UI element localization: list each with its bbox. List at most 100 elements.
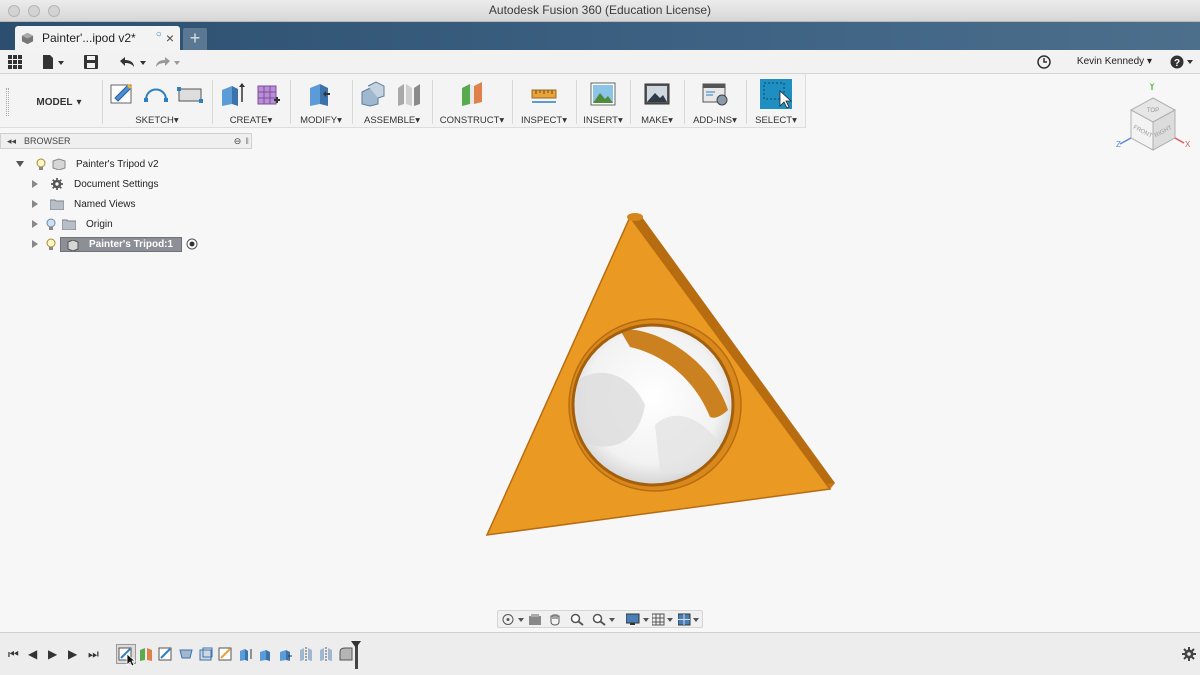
render-icon[interactable] (643, 80, 671, 108)
expand-arrow-icon[interactable] (16, 161, 24, 167)
go-to-start-button[interactable]: ⏮ (8, 647, 19, 662)
select-cursor-icon[interactable] (760, 79, 792, 109)
offset-plane-icon[interactable] (458, 80, 486, 108)
grid-settings-icon[interactable] (652, 613, 676, 626)
activate-component-radio-icon[interactable] (186, 238, 198, 250)
ribbon-group-construct: CONSTRUCT▾ (434, 74, 510, 128)
ribbon-group-select: SELECT▾ (748, 74, 804, 128)
add-ins-menu[interactable]: ADD-INS▾ (686, 115, 744, 126)
press-pull-icon[interactable] (306, 80, 334, 108)
sketch-menu[interactable]: SKETCH▾ (104, 115, 210, 126)
revolve-feature-icon[interactable] (178, 646, 194, 662)
viewports-icon[interactable] (678, 613, 702, 626)
gear-icon (51, 178, 63, 190)
look-at-icon[interactable] (528, 613, 542, 626)
play-button[interactable]: ▶ (48, 647, 57, 661)
construct-menu[interactable]: CONSTRUCT▾ (434, 115, 510, 126)
collapse-browser-icon[interactable]: ◂◂ (7, 136, 16, 147)
browser-item-document-settings[interactable]: Document Settings (32, 175, 159, 193)
browser-item-named-views[interactable]: Named Views (32, 195, 136, 213)
make-menu[interactable]: MAKE▾ (632, 115, 682, 126)
new-component-icon[interactable] (358, 80, 386, 108)
sketch-feature-icon[interactable] (218, 646, 234, 662)
ribbon-group-inspect: INSPECT▾ (514, 74, 574, 128)
zoom-icon[interactable] (570, 613, 584, 626)
help-icon[interactable]: ? (1170, 54, 1196, 70)
painter-tripod-body[interactable] (485, 213, 835, 536)
modify-menu[interactable]: MODIFY▾ (292, 115, 350, 126)
extrude-feature-icon[interactable] (278, 646, 294, 662)
axis-y-label: Y (1149, 82, 1155, 91)
selected-component[interactable]: Painter's Tripod:1 (60, 236, 183, 252)
insert-menu[interactable]: INSERT▾ (578, 115, 628, 126)
inspect-menu[interactable]: INSPECT▾ (514, 115, 574, 126)
step-forward-button[interactable]: ▶ (68, 647, 77, 661)
fit-zoom-icon[interactable] (592, 613, 618, 626)
browser-item-origin[interactable]: Origin (32, 215, 113, 233)
display-settings-icon[interactable] (626, 613, 652, 626)
expand-arrow-icon[interactable] (32, 240, 38, 248)
browser-pin-icon[interactable]: ‖ (245, 136, 249, 146)
extrude-feature-icon[interactable] (258, 646, 274, 662)
scripts-addins-icon[interactable] (701, 80, 729, 108)
document-tab[interactable]: Painter'...ipod v2* ○ × (15, 26, 180, 50)
expand-arrow-icon[interactable] (32, 200, 38, 208)
select-menu[interactable]: SELECT▾ (748, 115, 804, 126)
pan-hand-icon[interactable] (548, 613, 562, 626)
plane-feature-icon[interactable] (138, 646, 154, 662)
create-sketch-icon[interactable] (108, 80, 136, 108)
mirror-feature-icon[interactable] (298, 646, 314, 662)
model-canvas[interactable] (470, 205, 850, 550)
redo-icon[interactable] (154, 54, 184, 70)
clock-icon[interactable] (1037, 54, 1051, 70)
visibility-bulb-icon[interactable] (46, 238, 56, 251)
joint-icon[interactable] (394, 80, 422, 108)
user-account-menu[interactable]: Kevin Kennedy ▾ (1077, 56, 1152, 67)
grid-icon[interactable] (8, 54, 22, 70)
document-icon (52, 158, 66, 170)
undo-icon[interactable] (118, 54, 148, 70)
insert-image-icon[interactable] (589, 80, 617, 108)
browser-item-label: Named Views (74, 198, 136, 210)
viewcube[interactable]: Y TOP FRONT RIGHT Z X (1112, 80, 1194, 162)
workspace-label: MODEL (36, 96, 73, 108)
shell-feature-icon[interactable] (198, 646, 214, 662)
expand-arrow-icon[interactable] (32, 180, 38, 188)
ribbon-group-assemble: ASSEMBLE▾ (354, 74, 430, 128)
sketch-feature-icon[interactable] (158, 646, 174, 662)
browser-root-item[interactable]: Painter's Tripod v2 (16, 155, 159, 173)
window-title: Autodesk Fusion 360 (Education License) (488, 3, 712, 17)
visibility-bulb-icon[interactable] (36, 158, 46, 171)
extrude-icon[interactable] (218, 80, 246, 108)
arc-sketch-icon[interactable] (142, 80, 170, 108)
extrude-feature-icon[interactable] (238, 646, 254, 662)
ribbon-grip[interactable] (6, 88, 9, 116)
ribbon-group-sketch: SKETCH▾ (104, 74, 210, 128)
browser-options-icon[interactable]: ⊖ (234, 136, 242, 147)
viewcube-top-face: TOP (1147, 108, 1159, 114)
new-tab-button[interactable]: + (183, 28, 207, 50)
orbit-icon[interactable] (502, 613, 526, 626)
component-icon (67, 239, 79, 251)
fillet-feature-icon[interactable] (338, 646, 354, 662)
go-to-end-button[interactable]: ⏭ (88, 647, 99, 662)
ribbon-group-create: CREATE▾ (214, 74, 288, 128)
assemble-menu[interactable]: ASSEMBLE▾ (354, 115, 430, 126)
mirror-feature-icon[interactable] (318, 646, 334, 662)
visibility-bulb-icon[interactable] (46, 218, 56, 231)
measure-icon[interactable] (530, 80, 558, 108)
gear-icon[interactable] (1182, 647, 1196, 661)
step-back-button[interactable]: ◀ (28, 647, 37, 661)
quick-access-toolbar: Kevin Kennedy ▾ ? (0, 50, 1200, 74)
browser-item-component[interactable]: Painter's Tripod:1 (32, 235, 198, 253)
box-create-icon[interactable] (254, 80, 282, 108)
workspace-switcher[interactable]: MODEL ▾ (16, 88, 102, 116)
close-tab-button[interactable]: × (166, 30, 174, 46)
file-icon[interactable] (42, 54, 66, 70)
timeline-marker[interactable] (351, 641, 361, 669)
expand-arrow-icon[interactable] (32, 220, 38, 228)
create-menu[interactable]: CREATE▾ (214, 115, 288, 126)
document-cube-icon (21, 32, 34, 44)
rectangle-sketch-icon[interactable] (176, 80, 204, 108)
save-icon[interactable] (84, 54, 98, 70)
